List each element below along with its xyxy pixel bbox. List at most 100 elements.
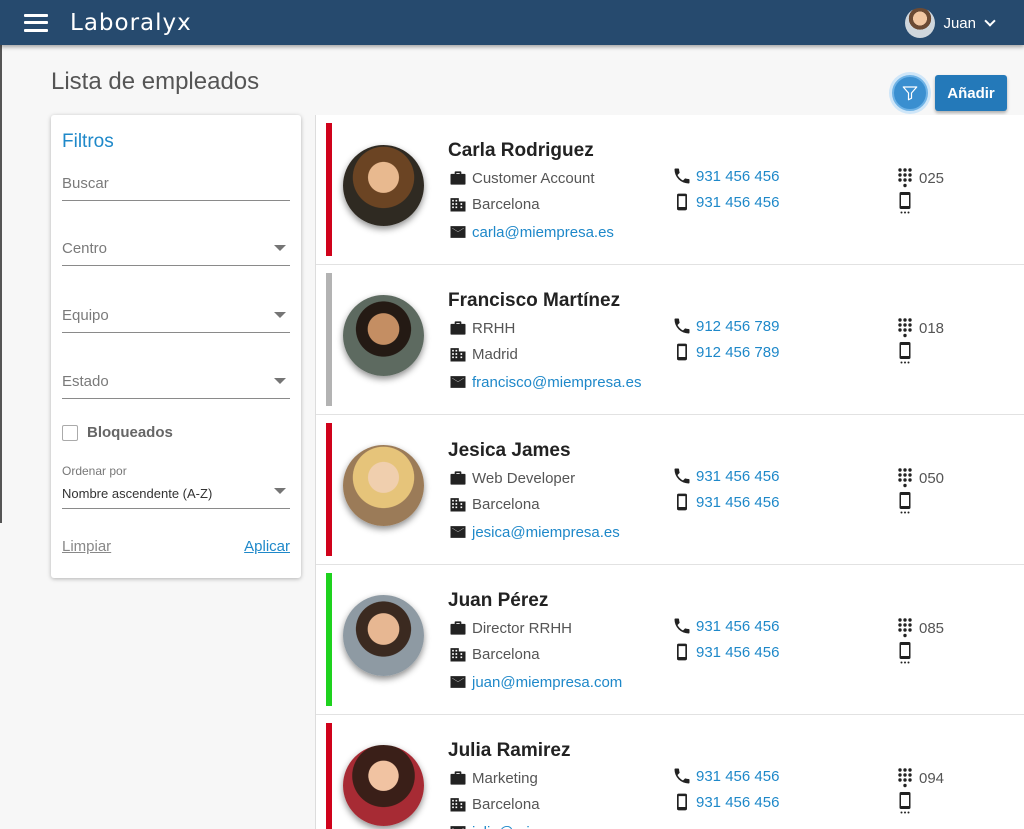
employee-extension: 025: [919, 169, 945, 187]
role-row: Web Developer: [448, 468, 575, 488]
building-icon: [448, 644, 468, 664]
email-row[interactable]: juan@miempresa.com: [448, 672, 622, 692]
phone-icon: [672, 316, 692, 336]
equipo-placeholder: Equipo: [62, 307, 109, 324]
email-row[interactable]: jesica@miempresa.es: [448, 522, 620, 542]
building-icon: [448, 794, 468, 814]
briefcase-icon: [448, 768, 468, 788]
dropdown-arrow-icon: [274, 245, 286, 251]
employee-email[interactable]: carla@miempresa.es: [472, 224, 614, 241]
employee-email[interactable]: juan@miempresa.com: [472, 674, 622, 691]
city-row: Barcelona: [448, 194, 540, 214]
city-row: Barcelona: [448, 644, 540, 664]
estado-select[interactable]: Estado: [62, 367, 290, 399]
dropdown-arrow-icon: [274, 378, 286, 384]
phone-row[interactable]: 912 456 789: [672, 316, 779, 336]
sort-select[interactable]: Nombre ascendente (A-Z): [62, 477, 290, 509]
employee-city: Barcelona: [472, 795, 540, 813]
employee-phone[interactable]: 931 456 456: [696, 618, 779, 635]
city-row: Barcelona: [448, 494, 540, 514]
employee-phone[interactable]: 912 456 789: [696, 318, 779, 335]
smartphone-icon: [672, 492, 692, 512]
employee-name: Jesica James: [448, 440, 571, 461]
employee-mobile[interactable]: 931 456 456: [696, 794, 779, 811]
equipo-select[interactable]: Equipo: [62, 301, 290, 333]
employee-role: Customer Account: [472, 169, 595, 187]
mobile-row[interactable]: 931 456 456: [672, 642, 779, 662]
page-title: Lista de empleados: [51, 68, 260, 95]
employee-role: Director RRHH: [472, 619, 573, 637]
extension-row: 018: [895, 318, 944, 338]
employee-name: Francisco Martínez: [448, 290, 621, 311]
chevron-down-icon: [984, 15, 996, 27]
employee-name: Carla Rodriguez: [448, 140, 594, 161]
employee-card[interactable]: Juan Pérez Director RRHH Barcelona juan@…: [316, 565, 1024, 715]
building-icon: [448, 344, 468, 364]
sort-label: Ordenar por: [62, 464, 127, 478]
employee-mobile[interactable]: 931 456 456: [696, 494, 779, 511]
hamburger-menu-icon[interactable]: [24, 13, 48, 32]
extension-row: 025: [895, 168, 944, 188]
top-app-bar: Laboralyx Juan: [0, 0, 1024, 45]
user-menu[interactable]: Juan: [905, 8, 996, 38]
apply-filters-link[interactable]: Aplicar: [244, 538, 290, 555]
mobile-row[interactable]: 912 456 789: [672, 342, 779, 362]
employee-city: Barcelona: [472, 195, 540, 213]
smartphone-icon: [672, 192, 692, 212]
dialpad-icon: [895, 618, 915, 638]
dropdown-arrow-icon: [274, 312, 286, 318]
city-row: Madrid: [448, 344, 518, 364]
add-employee-button[interactable]: Añadir: [935, 75, 1007, 111]
employee-card[interactable]: Francisco Martínez RRHH Madrid francisco…: [316, 265, 1024, 415]
status-bar: [326, 273, 332, 406]
mobile-row[interactable]: 931 456 456: [672, 192, 779, 212]
employee-card[interactable]: Julia Ramirez Marketing Barcelona julia@…: [316, 715, 1024, 829]
employee-avatar: [343, 745, 424, 826]
phone-row[interactable]: 931 456 456: [672, 766, 779, 786]
employee-extension: 018: [919, 319, 945, 337]
employee-role: RRHH: [472, 319, 516, 337]
building-icon: [448, 494, 468, 514]
dialpad-icon: [895, 768, 915, 788]
employee-role: Marketing: [472, 769, 538, 787]
briefcase-icon: [448, 318, 468, 338]
mail-icon: [448, 522, 468, 542]
employee-email[interactable]: jesica@miempresa.es: [472, 524, 620, 541]
mobile-row[interactable]: 931 456 456: [672, 792, 779, 812]
employee-mobile[interactable]: 931 456 456: [696, 644, 779, 661]
email-row[interactable]: carla@miempresa.es: [448, 222, 614, 242]
phone-row[interactable]: 931 456 456: [672, 616, 779, 636]
employee-card[interactable]: Carla Rodriguez Customer Account Barcelo…: [316, 115, 1024, 265]
employee-phone[interactable]: 931 456 456: [696, 468, 779, 485]
status-bar: [326, 123, 332, 256]
employee-avatar: [343, 145, 424, 226]
employee-avatar: [343, 445, 424, 526]
email-row[interactable]: julia@miempresa.es: [448, 822, 608, 829]
mail-icon: [448, 222, 468, 242]
extension-row: 085: [895, 618, 944, 638]
employee-email[interactable]: julia@miempresa.es: [472, 824, 608, 829]
employee-mobile[interactable]: 931 456 456: [696, 194, 779, 211]
briefcase-icon: [448, 468, 468, 488]
smartphone-icon: [672, 642, 692, 662]
filter-toggle-button[interactable]: [892, 75, 928, 111]
phone-row[interactable]: 931 456 456: [672, 166, 779, 186]
blocked-checkbox[interactable]: [62, 424, 78, 441]
status-bar: [326, 723, 332, 829]
mobile-row[interactable]: 931 456 456: [672, 492, 779, 512]
blocked-checkbox-row[interactable]: Bloqueados: [62, 424, 173, 441]
search-input[interactable]: Buscar: [62, 169, 290, 201]
role-row: Customer Account: [448, 168, 595, 188]
employee-mobile[interactable]: 912 456 789: [696, 344, 779, 361]
phone-row[interactable]: 931 456 456: [672, 466, 779, 486]
employee-card[interactable]: Jesica James Web Developer Barcelona jes…: [316, 415, 1024, 565]
employee-phone[interactable]: 931 456 456: [696, 768, 779, 785]
building-icon: [448, 194, 468, 214]
employee-email[interactable]: francisco@miempresa.es: [472, 374, 641, 391]
employee-avatar: [343, 295, 424, 376]
centro-select[interactable]: Centro: [62, 234, 290, 266]
clear-filters-link[interactable]: Limpiar: [62, 538, 111, 555]
email-row[interactable]: francisco@miempresa.es: [448, 372, 641, 392]
employee-phone[interactable]: 931 456 456: [696, 168, 779, 185]
city-row: Barcelona: [448, 794, 540, 814]
